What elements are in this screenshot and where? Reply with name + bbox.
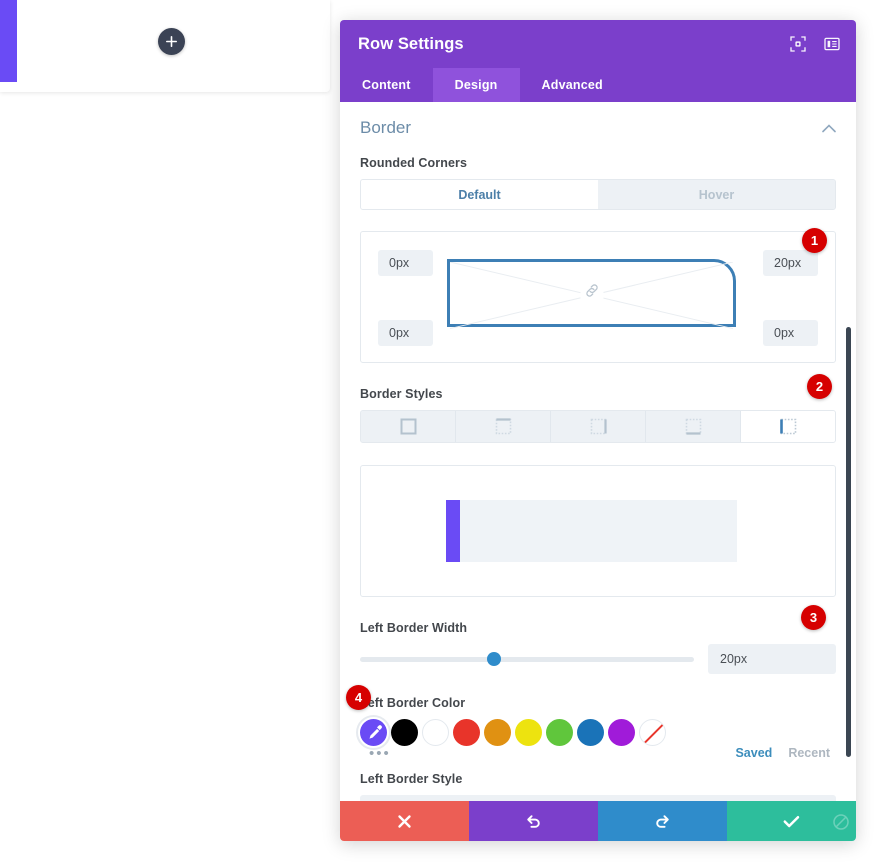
- color-swatch-row: [360, 719, 836, 746]
- rounded-corners-label: Rounded Corners: [360, 156, 468, 170]
- undo-button[interactable]: [469, 801, 598, 841]
- cancel-button[interactable]: [340, 801, 469, 841]
- left-border-width-input[interactable]: 20px: [708, 644, 836, 674]
- corner-input-bottom-right[interactable]: 0px: [763, 320, 818, 346]
- swatch-green[interactable]: [546, 719, 573, 746]
- corner-input-top-left[interactable]: 0px: [378, 250, 433, 276]
- page-title: Row Settings: [358, 34, 464, 53]
- annotation-badge-2: 2: [807, 374, 832, 399]
- border-preview-box: [360, 465, 836, 597]
- border-styles-picker: [360, 410, 836, 443]
- redo-icon: [656, 814, 669, 828]
- left-border-style-label: Left Border Style: [360, 772, 463, 786]
- canvas-row-left-border: [0, 0, 17, 82]
- link-corners-toggle[interactable]: [580, 279, 603, 307]
- state-toggle: Default Hover: [360, 179, 836, 210]
- corner-input-bottom-left[interactable]: 0px: [378, 320, 433, 346]
- fullscreen-icon[interactable]: [790, 36, 806, 52]
- settings-scroll-area: Border Rounded Corners Default Hover 0px…: [340, 102, 856, 801]
- plus-icon: [166, 36, 177, 47]
- left-border-width-label: Left Border Width: [360, 621, 468, 635]
- swatch-yellow[interactable]: [515, 719, 542, 746]
- border-bottom-icon: [685, 418, 701, 435]
- border-style-option-right[interactable]: [551, 411, 646, 442]
- swatch-white[interactable]: [422, 719, 449, 746]
- border-style-option-left[interactable]: [741, 411, 835, 442]
- border-section-header[interactable]: Border: [360, 118, 836, 138]
- border-preview-row: [446, 500, 737, 562]
- tab-design[interactable]: Design: [432, 68, 520, 102]
- swatch-red[interactable]: [453, 719, 480, 746]
- eyedropper-swatch[interactable]: [360, 719, 387, 746]
- state-tab-default[interactable]: Default: [361, 180, 598, 209]
- swatch-black[interactable]: [391, 719, 418, 746]
- border-right-icon: [590, 418, 607, 435]
- corner-input-top-right[interactable]: 20px: [763, 250, 818, 276]
- link-icon: [585, 284, 598, 297]
- left-border-width-control: 20px: [360, 644, 836, 674]
- modal-footer: [340, 801, 856, 841]
- border-all-icon: [400, 418, 416, 435]
- tab-content[interactable]: Content: [340, 68, 433, 102]
- recent-colors-tab[interactable]: Recent: [788, 746, 830, 760]
- builder-canvas-sheet: [0, 0, 330, 92]
- header-icon-group: [790, 36, 840, 52]
- swatch-transparent[interactable]: [639, 719, 666, 746]
- border-style-option-top[interactable]: [456, 411, 551, 442]
- panel-layout-icon[interactable]: [824, 36, 840, 52]
- undo-icon: [527, 814, 540, 828]
- chevron-up-icon: [822, 123, 836, 132]
- row-settings-modal: Row Settings Content Design Advanced Bor…: [340, 20, 856, 841]
- border-style-option-bottom[interactable]: [646, 411, 741, 442]
- annotation-badge-4: 4: [346, 685, 371, 710]
- saved-recent-tabs: Saved Recent: [360, 746, 836, 760]
- settings-scrollbar-track[interactable]: [844, 102, 854, 801]
- swatch-orange[interactable]: [484, 719, 511, 746]
- border-left-icon: [779, 418, 796, 435]
- modal-tabs: Content Design Advanced: [340, 68, 856, 102]
- border-section-label: Border: [360, 118, 412, 137]
- swatch-blue[interactable]: [577, 719, 604, 746]
- swatch-purple[interactable]: [608, 719, 635, 746]
- left-border-width-slider[interactable]: [360, 652, 694, 666]
- border-top-icon: [495, 418, 511, 435]
- close-icon: [398, 814, 411, 828]
- corner-preview-shape: [447, 259, 736, 329]
- border-style-option-all[interactable]: [361, 411, 456, 442]
- screen: Row Settings Content Design Advanced Bor…: [0, 0, 880, 864]
- slider-thumb[interactable]: [486, 652, 501, 666]
- tab-advanced[interactable]: Advanced: [520, 68, 625, 102]
- left-border-color-label: Left Border Color: [360, 696, 466, 710]
- resize-disabled-icon: [831, 812, 851, 837]
- check-icon: [783, 815, 800, 827]
- redo-button[interactable]: [598, 801, 727, 841]
- annotation-badge-1: 1: [802, 228, 827, 253]
- add-row-button[interactable]: [158, 28, 185, 55]
- settings-scrollbar-thumb[interactable]: [846, 327, 851, 757]
- annotation-badge-3: 3: [801, 605, 826, 630]
- rounded-corners-editor: 0px 20px 0px 0px: [360, 231, 836, 363]
- modal-body: Border Rounded Corners Default Hover 0px…: [340, 102, 856, 801]
- state-tab-hover[interactable]: Hover: [598, 180, 835, 209]
- eyedropper-icon: [369, 725, 382, 739]
- saved-colors-tab[interactable]: Saved: [735, 746, 772, 760]
- modal-header: Row Settings: [340, 20, 856, 68]
- border-styles-label: Border Styles: [360, 387, 443, 401]
